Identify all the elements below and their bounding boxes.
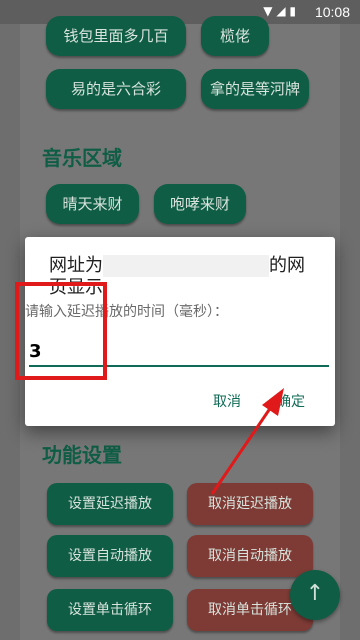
signal-icon: ◢ (276, 4, 286, 18)
sound-chip[interactable]: 易的是六合彩 (46, 69, 186, 109)
sound-chip[interactable]: 拿的是等河牌 (201, 69, 309, 109)
sound-chip[interactable]: 榄佬 (201, 16, 269, 56)
sound-chip[interactable]: 钱包里面多几百 (46, 16, 186, 56)
ok-button[interactable]: 确定 (277, 391, 305, 411)
input-highlight-box (15, 282, 107, 380)
dialog-title-prefix: 网址为 (49, 255, 103, 276)
cancel-auto-play-button[interactable]: 取消自动播放 (187, 535, 313, 577)
cancel-delay-play-button[interactable]: 取消延迟播放 (187, 483, 313, 525)
music-chip[interactable]: 晴天来财 (46, 184, 139, 224)
status-time: 10:08 (314, 4, 350, 20)
music-chip[interactable]: 咆哮来财 (154, 184, 246, 224)
redacted-url (103, 255, 269, 277)
function-section-title: 功能设置 (42, 443, 122, 467)
arrow-up-icon: ↑ (305, 581, 325, 606)
set-delay-play-button[interactable]: 设置延迟播放 (47, 483, 173, 525)
set-auto-play-button[interactable]: 设置自动播放 (47, 535, 173, 577)
wifi-icon: ▼ (263, 4, 273, 18)
battery-icon: ▮ (289, 4, 296, 18)
scroll-top-button[interactable]: ↑ (290, 570, 340, 620)
music-section-title: 音乐区域 (42, 146, 122, 170)
status-icons: ▼ ◢ ▮ (263, 4, 296, 18)
set-click-loop-button[interactable]: 设置单击循环 (47, 589, 173, 631)
cancel-button[interactable]: 取消 (213, 391, 241, 411)
